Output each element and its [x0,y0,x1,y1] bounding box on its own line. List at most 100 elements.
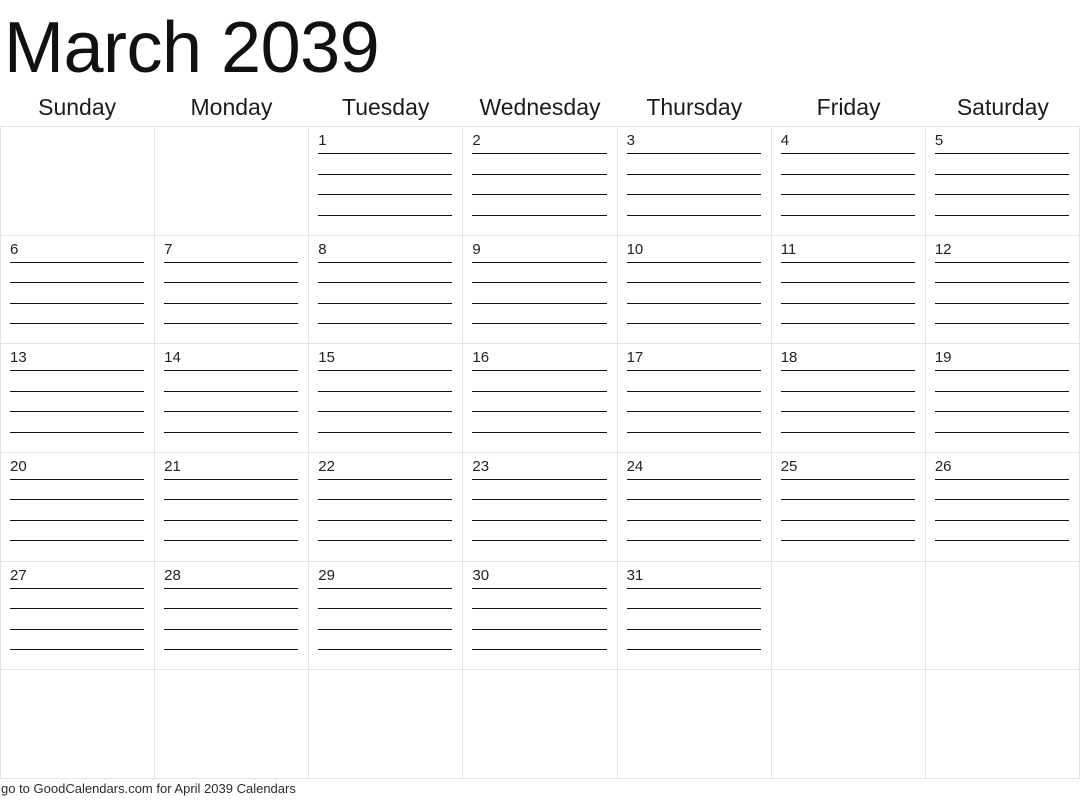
note-line[interactable] [472,173,607,175]
note-line[interactable] [780,261,915,263]
note-line[interactable] [472,649,607,651]
note-line[interactable] [164,370,299,372]
note-line[interactable] [318,587,453,589]
note-line[interactable] [934,323,1069,325]
note-line[interactable] [934,519,1069,521]
day-cell-3[interactable]: 3 [617,127,772,236]
day-cell-empty[interactable] [771,670,926,779]
note-line[interactable] [318,194,453,195]
note-line[interactable] [318,153,453,154]
note-lines[interactable] [780,370,915,433]
note-line[interactable] [164,302,299,304]
note-lines[interactable] [10,587,145,651]
note-line[interactable] [780,499,915,501]
note-line[interactable] [626,411,761,413]
note-line[interactable] [934,540,1069,542]
day-cell-16[interactable]: 16 [463,344,618,453]
note-line[interactable] [318,282,453,284]
note-line[interactable] [626,478,761,480]
note-line[interactable] [164,519,299,521]
note-line[interactable] [318,519,453,521]
note-lines[interactable] [626,261,761,325]
note-lines[interactable] [934,478,1069,542]
note-line[interactable] [10,370,145,372]
note-line[interactable] [472,214,607,216]
note-lines[interactable] [626,370,761,433]
note-line[interactable] [780,302,915,304]
day-cell-empty[interactable] [925,670,1080,779]
note-line[interactable] [626,173,761,175]
note-line[interactable] [164,390,299,392]
note-lines[interactable] [780,153,915,216]
day-cell-4[interactable]: 4 [771,127,926,236]
note-line[interactable] [318,649,453,651]
day-cell-empty[interactable] [155,670,310,779]
note-line[interactable] [472,608,607,610]
note-lines[interactable] [472,153,607,216]
note-line[interactable] [626,153,761,154]
note-line[interactable] [472,628,607,630]
note-line[interactable] [318,214,453,216]
day-cell-25[interactable]: 25 [771,452,926,562]
note-line[interactable] [164,499,299,501]
note-line[interactable] [164,282,299,284]
note-line[interactable] [934,261,1069,263]
note-line[interactable] [10,411,145,413]
note-line[interactable] [626,649,761,651]
note-line[interactable] [626,628,761,630]
day-cell-empty[interactable] [1,670,156,779]
note-line[interactable] [934,282,1069,284]
day-cell-26[interactable]: 26 [925,452,1080,562]
note-line[interactable] [318,540,453,542]
note-line[interactable] [934,194,1069,195]
note-line[interactable] [318,431,453,433]
note-line[interactable] [934,499,1069,501]
note-line[interactable] [934,411,1069,413]
note-line[interactable] [318,261,453,263]
note-line[interactable] [472,370,607,372]
day-cell-12[interactable]: 12 [925,235,1080,345]
note-line[interactable] [472,540,607,542]
note-line[interactable] [10,478,145,480]
note-line[interactable] [318,370,453,372]
note-line[interactable] [318,628,453,630]
note-line[interactable] [318,478,453,480]
note-line[interactable] [780,390,915,392]
note-line[interactable] [780,519,915,521]
note-line[interactable] [472,519,607,521]
note-line[interactable] [472,478,607,480]
note-lines[interactable] [472,587,607,651]
note-line[interactable] [10,302,145,304]
note-line[interactable] [318,173,453,175]
note-line[interactable] [934,214,1069,216]
note-lines[interactable] [164,587,299,651]
note-line[interactable] [472,194,607,195]
note-line[interactable] [164,649,299,651]
note-lines[interactable] [780,478,915,542]
note-line[interactable] [472,431,607,433]
note-lines[interactable] [318,587,453,651]
note-line[interactable] [626,302,761,304]
day-cell-empty[interactable] [617,670,772,779]
day-cell-5[interactable]: 5 [925,127,1080,236]
note-line[interactable] [164,587,299,589]
note-line[interactable] [626,370,761,372]
note-line[interactable] [10,499,145,501]
note-line[interactable] [780,431,915,433]
note-line[interactable] [780,194,915,195]
note-lines[interactable] [10,478,145,542]
day-cell-9[interactable]: 9 [463,235,618,345]
note-line[interactable] [164,478,299,480]
note-line[interactable] [934,302,1069,304]
note-lines[interactable] [318,153,453,216]
note-lines[interactable] [164,478,299,542]
day-cell-empty[interactable] [463,670,618,779]
note-line[interactable] [626,431,761,433]
day-cell-19[interactable]: 19 [925,344,1080,453]
note-line[interactable] [10,323,145,325]
note-line[interactable] [10,540,145,542]
note-line[interactable] [164,323,299,325]
note-lines[interactable] [318,261,453,325]
day-cell-24[interactable]: 24 [617,452,772,562]
note-line[interactable] [780,411,915,413]
